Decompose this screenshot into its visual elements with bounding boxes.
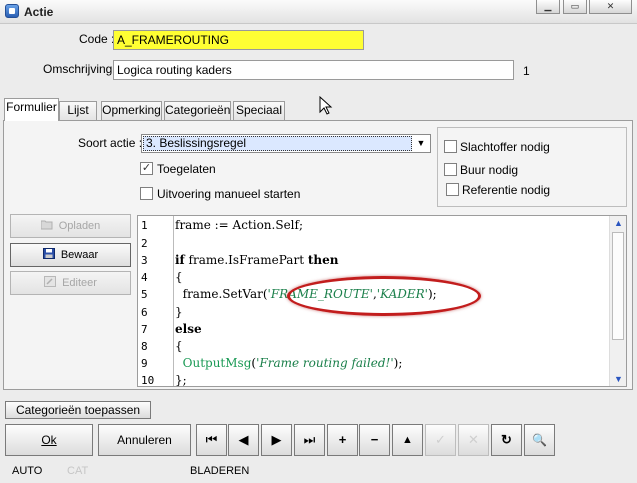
scroll-down-icon[interactable]: ▼ <box>610 374 626 384</box>
code-line-3: if frame.IsFramePart then <box>175 253 338 267</box>
code-line-10: }; <box>175 373 187 387</box>
toegelaten-label: Toegelaten <box>157 162 216 176</box>
categorieen-toepassen-button[interactable]: Categorieën toepassen <box>5 401 151 419</box>
save-icon <box>42 245 55 259</box>
status-cat: CAT <box>67 465 89 477</box>
refresh-button[interactable]: ↻ <box>491 424 522 456</box>
line-number: 3 <box>141 254 148 267</box>
minimize-button[interactable]: ▁ <box>536 0 560 14</box>
opladen-label: Opladen <box>58 220 101 232</box>
tab-opmerking[interactable]: Opmerking <box>101 101 162 120</box>
last-record-button[interactable]: ⏭ <box>294 424 325 456</box>
line-number: 1 <box>141 219 148 232</box>
line-number: 5 <box>141 288 148 301</box>
editor-scrollbar[interactable]: ▲ ▼ <box>609 216 626 386</box>
delete-record-button[interactable]: − <box>359 424 390 456</box>
referentie-label: Referentie nodig <box>462 183 551 197</box>
bewaar-label: Bewaar <box>60 249 99 261</box>
manueel-label: Uitvoering manueel starten <box>157 187 301 201</box>
slachtoffer-checkbox[interactable] <box>444 140 457 153</box>
soort-actie-value: 3. Beslissingsregel <box>143 136 412 151</box>
code-text: ); <box>393 356 403 370</box>
code-string: 'Frame routing failed!' <box>256 356 394 370</box>
soort-actie-label: Soort actie : <box>78 136 143 150</box>
code-line-1: frame := Action.Self; <box>175 218 303 232</box>
code-text: } <box>175 305 183 319</box>
line-number: 9 <box>141 357 148 370</box>
close-button[interactable]: ✕ <box>589 0 632 14</box>
chevron-down-icon[interactable]: ▼ <box>412 135 430 152</box>
code-keyword: else <box>175 322 202 336</box>
mouse-cursor-icon <box>319 96 333 115</box>
tab-speciaal[interactable]: Speciaal <box>233 101 285 120</box>
edit-icon <box>44 273 57 287</box>
line-number: 8 <box>141 340 148 353</box>
description-input[interactable]: Logica routing kaders <box>113 60 514 80</box>
edit-record-button[interactable]: ▲ <box>392 424 423 456</box>
tab-categorieen[interactable]: Categorieën <box>164 101 231 120</box>
toegelaten-checkbox[interactable]: ✓ <box>140 162 153 175</box>
next-record-button[interactable]: ▶ <box>261 424 292 456</box>
opladen-button[interactable]: Opladen <box>10 214 131 238</box>
code-function: OutputMsg <box>175 356 252 370</box>
code-line-9: OutputMsg('Frame routing failed!'); <box>175 356 403 370</box>
first-record-button[interactable]: ⏮ <box>196 424 227 456</box>
window-title: Actie <box>24 5 54 19</box>
code-line-8: { <box>175 339 183 353</box>
annuleren-button[interactable]: Annuleren <box>98 424 191 456</box>
status-state: BLADEREN <box>190 465 250 477</box>
code-label: Code : <box>79 32 115 46</box>
tab-formulier[interactable]: Formulier <box>4 98 59 121</box>
search-button[interactable]: 🔍 <box>524 424 555 456</box>
manueel-checkbox[interactable] <box>140 187 153 200</box>
line-number: 7 <box>141 323 148 336</box>
line-number-gutter: 1 2 3 4 5 6 7 8 9 10 <box>138 216 174 386</box>
slachtoffer-label: Slachtoffer nodig <box>460 140 550 154</box>
soort-actie-select[interactable]: 3. Beslissingsregel ▼ <box>141 134 431 153</box>
line-number: 10 <box>141 374 155 387</box>
editeer-label: Editeer <box>62 277 97 289</box>
code-text: frame.IsFramePart <box>184 253 308 267</box>
description-count: 1 <box>523 64 530 78</box>
maximize-button[interactable]: ▭ <box>563 0 587 14</box>
line-number: 4 <box>141 271 148 284</box>
app-icon <box>5 4 19 18</box>
line-number: 6 <box>141 306 148 319</box>
code-text: { <box>175 270 183 284</box>
status-mode: AUTO <box>12 465 43 477</box>
code-line-4: { <box>175 270 183 284</box>
ok-button[interactable]: Ok <box>5 424 93 456</box>
buur-label: Buur nodig <box>460 163 519 177</box>
confirm-button[interactable]: ✓ <box>425 424 456 456</box>
scrollbar-thumb[interactable] <box>612 232 624 340</box>
cancel-edit-button[interactable]: ✕ <box>458 424 489 456</box>
line-number: 2 <box>141 237 148 250</box>
code-line-6: } <box>175 305 183 319</box>
code-input[interactable]: A_FRAMEROUTING <box>113 30 364 50</box>
referentie-checkbox[interactable] <box>446 183 459 196</box>
buur-checkbox[interactable] <box>444 163 457 176</box>
code-line-7: else <box>175 322 202 336</box>
previous-record-button[interactable]: ◀ <box>228 424 259 456</box>
bewaar-button[interactable]: Bewaar <box>10 243 131 267</box>
code-keyword: then <box>307 253 339 267</box>
folder-icon <box>40 216 53 230</box>
description-label: Omschrijving : <box>43 62 120 76</box>
scroll-up-icon[interactable]: ▲ <box>610 218 626 228</box>
code-keyword: if <box>175 253 185 267</box>
tab-lijst[interactable]: Lijst <box>59 101 97 120</box>
code-text: frame.SetVar( <box>175 287 268 301</box>
highlight-annotation <box>287 276 481 316</box>
code-text: { <box>175 339 183 353</box>
add-record-button[interactable]: + <box>327 424 358 456</box>
editeer-button[interactable]: Editeer <box>10 271 131 295</box>
code-text: frame := Action.Self; <box>175 218 303 232</box>
code-text: }; <box>175 373 187 387</box>
